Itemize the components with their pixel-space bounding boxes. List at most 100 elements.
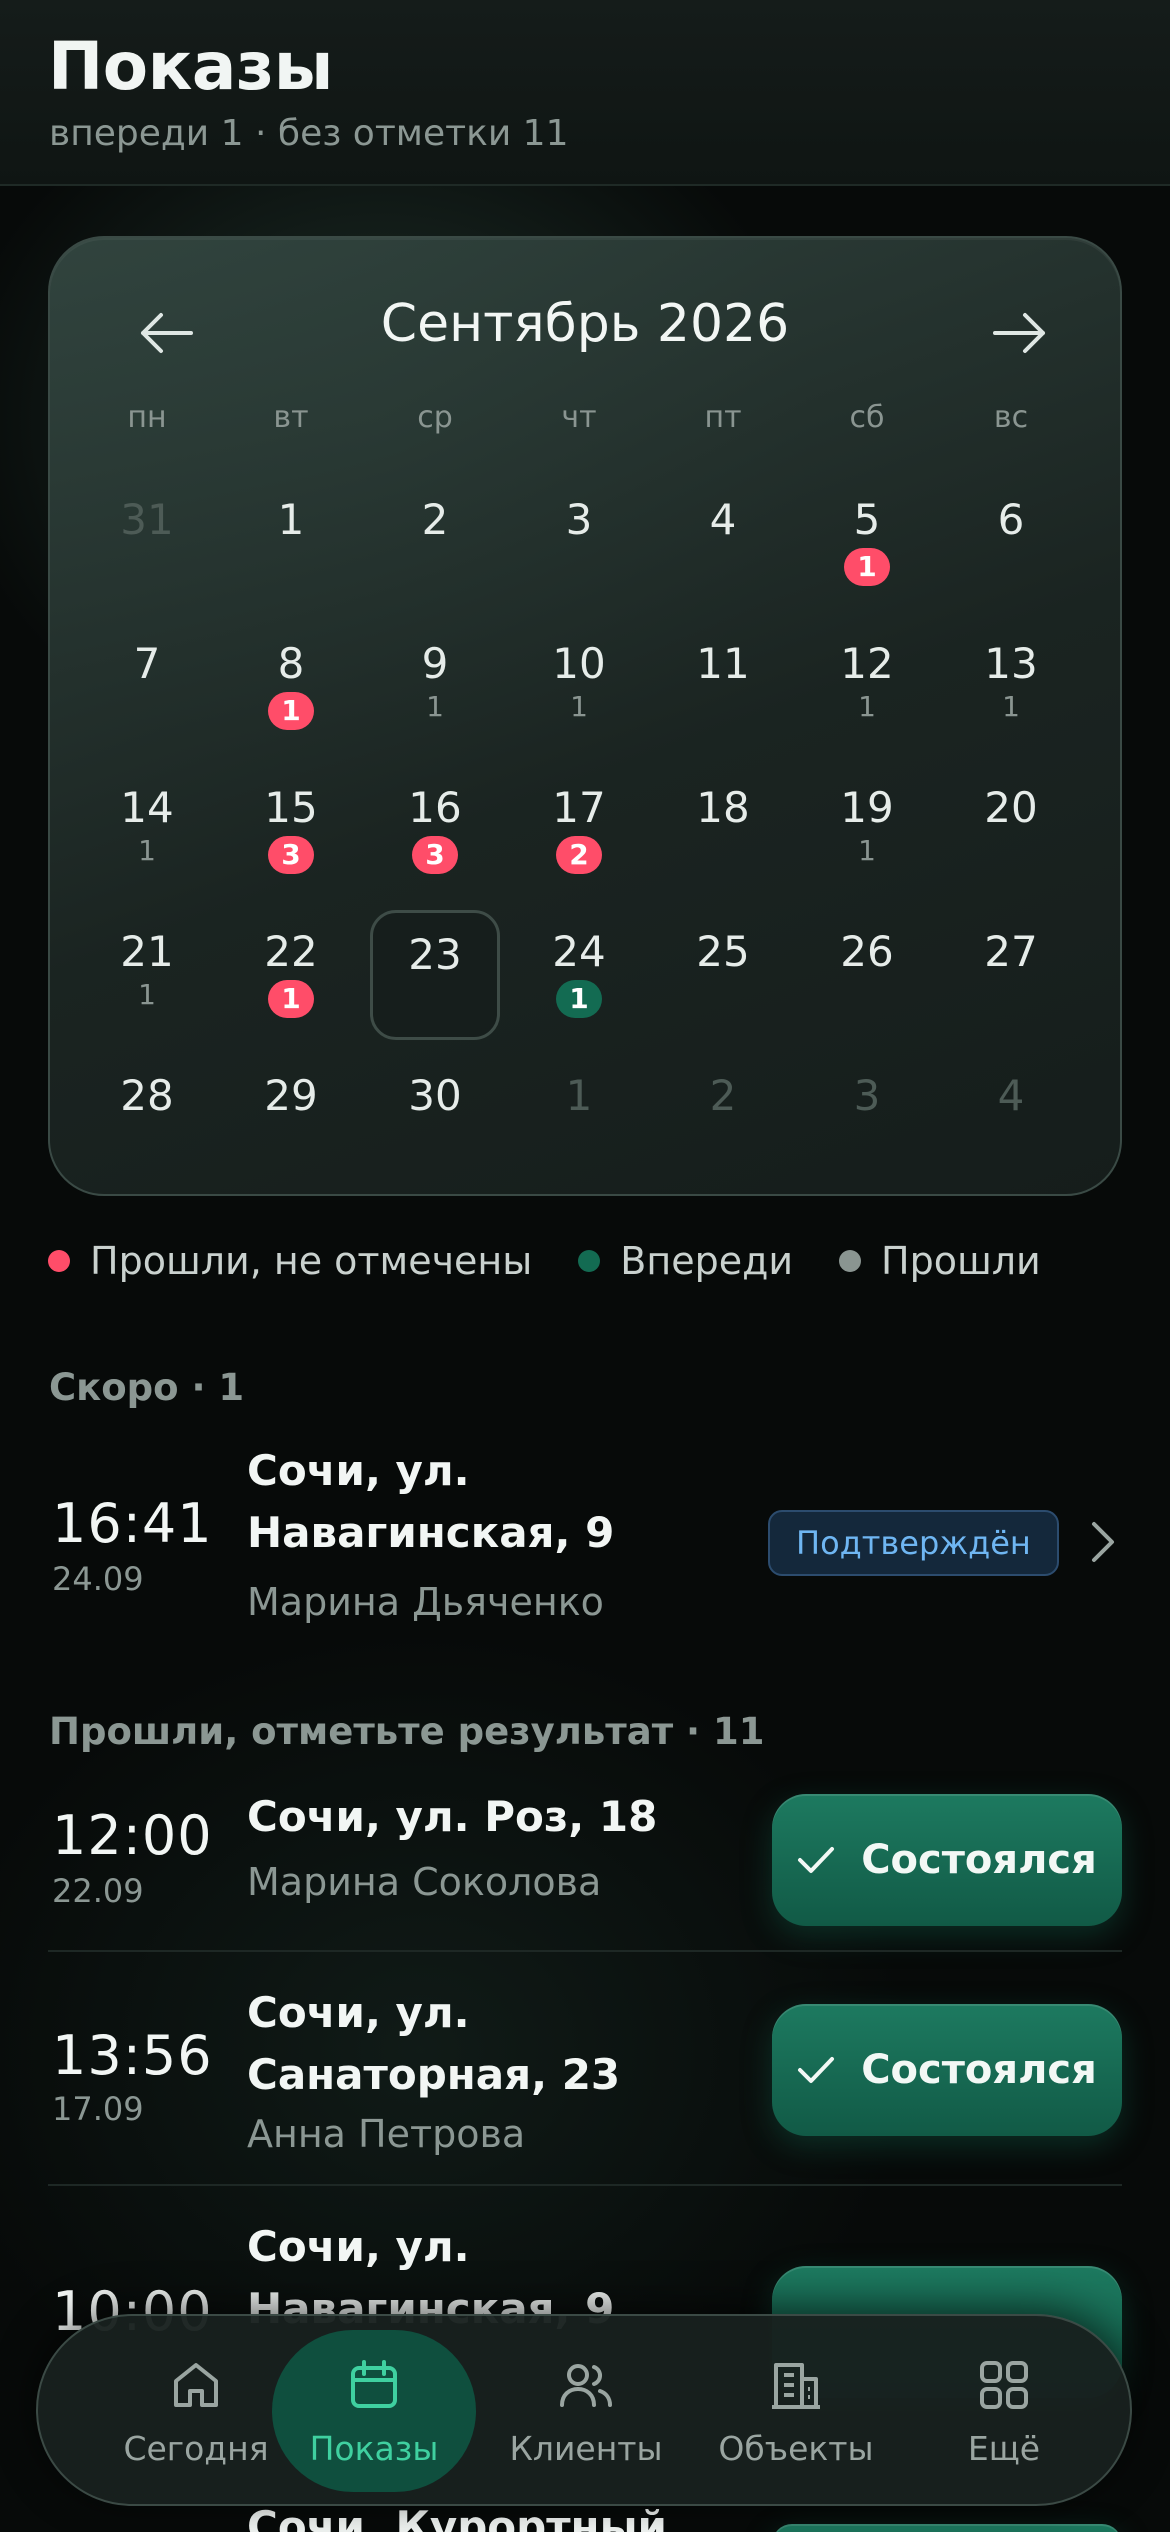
day-number: 20: [984, 783, 1038, 832]
calendar-day[interactable]: 1: [226, 478, 356, 608]
calendar-day[interactable]: 12 1: [802, 622, 932, 752]
calendar-day[interactable]: 2: [658, 1054, 788, 1184]
tab-shows[interactable]: Показы: [272, 2330, 476, 2492]
tab-today[interactable]: Сегодня: [94, 2330, 298, 2492]
show-address: Сочи, ул. Санаторная, 23: [247, 1988, 621, 2099]
calendar-month-label: Сентябрь 2026: [380, 294, 790, 354]
tab-clients[interactable]: Клиенты: [484, 2330, 688, 2492]
calendar-day[interactable]: 19 1: [802, 766, 932, 896]
calendar-day[interactable]: 16 3: [370, 766, 500, 896]
missed-count-badge: 2: [556, 836, 602, 874]
calendar-day-today[interactable]: 23: [370, 910, 500, 1040]
calendar-day[interactable]: 3: [802, 1054, 932, 1184]
day-number: 8: [277, 639, 305, 688]
row-divider: [48, 1950, 1122, 1952]
missed-count-badge: 1: [268, 692, 314, 730]
day-number: 27: [984, 927, 1038, 976]
section-title-past: Прошли, отметьте результат · 11: [49, 1710, 765, 1753]
legend-item: Прошли: [839, 1239, 1041, 1283]
show-time: 16:41: [52, 1492, 213, 1555]
calendar-day[interactable]: 15 3: [226, 766, 356, 896]
missed-count-badge: 3: [268, 836, 314, 874]
calendar-day[interactable]: 14 1: [82, 766, 212, 896]
past-show-row[interactable]: 13:56 17.09 Сочи, ул. Санаторная, 23 Анн…: [48, 1982, 1122, 2182]
calendar-day[interactable]: 30: [370, 1054, 500, 1184]
calendar-day[interactable]: 1: [514, 1054, 644, 1184]
day-number: 3: [565, 495, 593, 544]
mark-done-label: Состоялся: [861, 1837, 1097, 1883]
calendar-day[interactable]: 3: [514, 478, 644, 608]
calendar-day[interactable]: 20: [946, 766, 1076, 896]
day-number: 10: [552, 639, 606, 688]
mark-done-label: Состоялся: [861, 2047, 1097, 2093]
calendar-icon: [346, 2355, 402, 2415]
show-time: 12:00: [52, 1804, 213, 1867]
missed-count-badge: 1: [268, 980, 314, 1018]
mark-done-button[interactable]: [772, 2524, 1122, 2532]
mark-done-button[interactable]: Состоялся: [772, 1794, 1122, 1926]
day-number: 28: [120, 1071, 174, 1120]
day-number: 31: [120, 495, 174, 544]
calendar-day[interactable]: 10 1: [514, 622, 644, 752]
past-count: 1: [138, 978, 156, 1011]
calendar-day[interactable]: 17 2: [514, 766, 644, 896]
calendar-day[interactable]: 26: [802, 910, 932, 1040]
day-number: 11: [696, 639, 750, 688]
show-date: 17.09: [52, 2090, 144, 2128]
day-number: 5: [853, 495, 881, 544]
weekday-label: ср: [417, 400, 453, 435]
calendar-day[interactable]: 28: [82, 1054, 212, 1184]
day-number: 19: [840, 783, 894, 832]
day-number: 22: [264, 927, 318, 976]
legend-label: Впереди: [620, 1239, 794, 1283]
calendar-day[interactable]: 4: [658, 478, 788, 608]
calendar-day[interactable]: 25: [658, 910, 788, 1040]
calendar-day[interactable]: 81: [226, 622, 356, 752]
calendar-day[interactable]: 18: [658, 766, 788, 896]
calendar-day[interactable]: 2: [370, 478, 500, 608]
chevron-right-icon: [1090, 1520, 1116, 1568]
calendar-day[interactable]: 4: [946, 1054, 1076, 1184]
tab-objects[interactable]: Объекты: [694, 2330, 898, 2492]
calendar-day[interactable]: 13 1: [946, 622, 1076, 752]
calendar-day[interactable]: 29: [226, 1054, 356, 1184]
calendar-day[interactable]: 24 1: [514, 910, 644, 1040]
next-month-button[interactable]: [974, 288, 1064, 378]
day-number: 29: [264, 1071, 318, 1120]
bottom-tab-bar: Сегодня Показы Клиенты Объекты Ещё: [36, 2314, 1132, 2506]
show-address: Сочи, ул. Навагинская, 9: [247, 1446, 615, 1557]
home-icon: [168, 2355, 224, 2415]
grid-icon: [976, 2355, 1032, 2415]
calendar-day[interactable]: 21 1: [82, 910, 212, 1040]
day-number: 7: [133, 639, 161, 688]
past-show-row[interactable]: 12:00 22.09 Сочи, ул. Роз, 18 Марина Сок…: [48, 1786, 1122, 1946]
show-client: Марина Соколова: [247, 1860, 602, 1904]
day-number: 2: [421, 495, 449, 544]
calendar-legend: Прошли, не отмечены Впереди Прошли: [48, 1236, 1087, 1286]
day-number: 21: [120, 927, 174, 976]
calendar-day[interactable]: 22 1: [226, 910, 356, 1040]
calendar-day[interactable]: 11: [658, 622, 788, 752]
calendar-day[interactable]: 51: [802, 478, 932, 608]
calendar-day[interactable]: 91: [370, 622, 500, 752]
users-icon: [556, 2355, 616, 2415]
upcoming-show-row[interactable]: 16:41 24.09 Сочи, ул. Навагинская, 9 Мар…: [48, 1440, 1122, 1640]
show-address: Сочи, ул. Роз, 18: [247, 1792, 658, 1841]
calendar-card: Сентябрь 2026 пн вт ср чт пт сб вс 31 1 2 3 4 5 1 6 7 8 1…: [48, 236, 1122, 1196]
day-number: 1: [277, 495, 305, 544]
past-count: 1: [1002, 690, 1020, 723]
day-number: 2: [709, 1071, 737, 1120]
show-client: Анна Петрова: [247, 2112, 526, 2156]
calendar-day[interactable]: 27: [946, 910, 1076, 1040]
calendar-day[interactable]: 31: [82, 478, 212, 608]
calendar-day[interactable]: 7: [82, 622, 212, 752]
legend-dot-icon: [48, 1250, 70, 1272]
row-divider: [48, 2184, 1122, 2186]
weekday-label: вт: [273, 400, 309, 435]
show-date: 24.09: [52, 1560, 144, 1598]
mark-done-button[interactable]: Состоялся: [772, 2004, 1122, 2136]
legend-item: Прошли, не отмечены: [48, 1239, 532, 1283]
calendar-day[interactable]: 6: [946, 478, 1076, 608]
tab-more[interactable]: Ещё: [902, 2330, 1106, 2492]
show-time: 13:56: [52, 2024, 213, 2087]
